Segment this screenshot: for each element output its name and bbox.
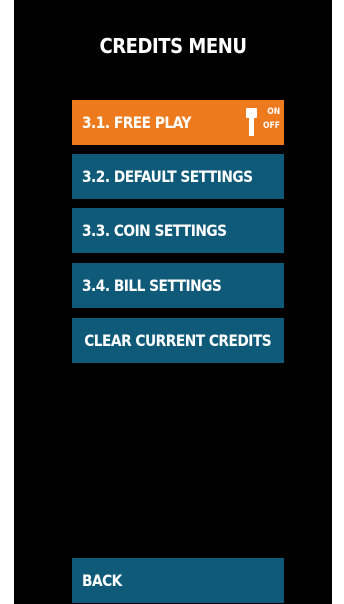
page-title: CREDITS MENU <box>99 34 247 58</box>
coin-settings-label: 3.3. COIN SETTINGS <box>82 221 227 240</box>
bill-settings-button[interactable]: 3.4. BILL SETTINGS <box>72 263 284 308</box>
lever-stick <box>249 117 254 136</box>
toggle-off-label: OFF <box>263 121 280 131</box>
coin-settings-button[interactable]: 3.3. COIN SETTINGS <box>72 208 284 253</box>
toggle-on-label: ON <box>267 107 280 117</box>
back-label: BACK <box>82 571 122 590</box>
free-play-label: 3.1. FREE PLAY <box>82 113 191 132</box>
default-settings-button[interactable]: 3.2. DEFAULT SETTINGS <box>72 154 284 199</box>
bill-settings-label: 3.4. BILL SETTINGS <box>82 276 222 295</box>
lever-switch-icon[interactable]: ON OFF <box>244 106 280 140</box>
default-settings-label: 3.2. DEFAULT SETTINGS <box>82 167 253 186</box>
free-play-button[interactable]: 3.1. FREE PLAY ON OFF <box>72 100 284 145</box>
clear-current-credits-button[interactable]: CLEAR CURRENT CREDITS <box>72 318 284 363</box>
clear-current-credits-label: CLEAR CURRENT CREDITS <box>84 331 272 350</box>
back-button[interactable]: BACK <box>72 558 284 603</box>
credits-menu-screen: CREDITS MENU 3.1. FREE PLAY ON OFF 3.2. … <box>14 0 332 604</box>
